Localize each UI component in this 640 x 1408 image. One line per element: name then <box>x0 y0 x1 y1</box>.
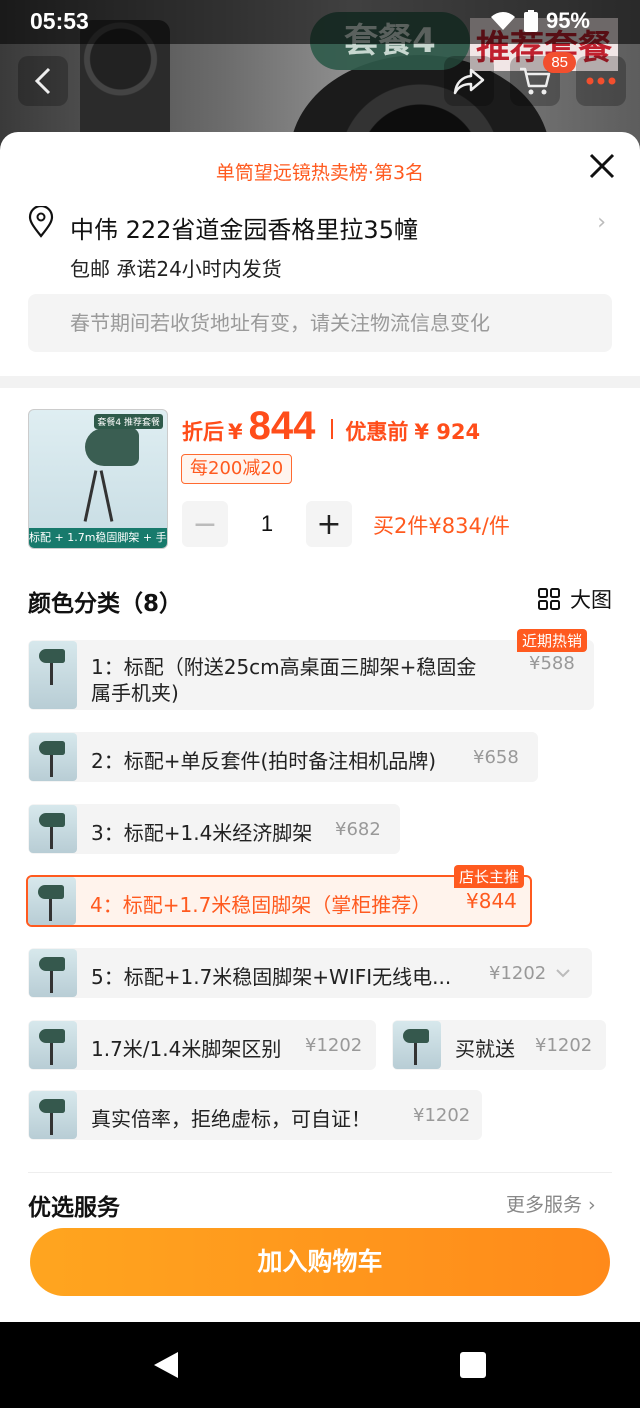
option-label: 真实倍率，拒绝虚标，可自证！ <box>91 1107 371 1131</box>
decrease-button[interactable]: − <box>182 501 228 547</box>
option-thumbnail <box>29 1021 77 1069</box>
option-price: ¥658 <box>473 747 519 768</box>
wifi-icon <box>490 12 515 30</box>
option-thumbnail <box>29 733 77 781</box>
cart-button[interactable]: 85 <box>510 52 576 106</box>
price-line: 折后 ¥ 844 优惠前 ¥ 924 <box>182 404 480 454</box>
thumb-tag: 套餐4 推荐套餐 <box>94 414 163 429</box>
share-icon <box>453 68 485 95</box>
share-button[interactable] <box>444 56 494 106</box>
shipping-info: 包邮 承诺24小时内发货 <box>70 257 282 281</box>
nav-recents-icon[interactable] <box>460 1352 486 1378</box>
grid-icon <box>538 588 560 610</box>
option-price: ¥682 <box>335 819 381 840</box>
option-thumbnail <box>393 1021 441 1069</box>
sku-selection-sheet: 单筒望远镜热卖榜·第3名 中伟 222省道金园香格里拉35幢 › 包邮 承诺24… <box>0 132 640 1322</box>
quantity-value[interactable]: 1 <box>228 511 306 537</box>
option-1[interactable]: 1：标配（附送25cm高桌面三脚架+稳固金 属手机夹) ¥588 近期热销 <box>28 629 594 710</box>
price-divider <box>331 419 334 439</box>
holiday-notice: 春节期间若收货地址有变，请关注物流信息变化 <box>28 294 612 352</box>
chevron-left-icon <box>34 67 51 95</box>
big-picture-label: 大图 <box>570 588 612 612</box>
price-label: 折后 <box>182 420 224 444</box>
ranking-text[interactable]: 单筒望远镜热卖榜·第3名 <box>0 158 640 185</box>
option-label: 1：标配（附送25cm高桌面三脚架+稳固金 <box>91 655 477 679</box>
location-pin-icon <box>28 206 54 238</box>
option-5[interactable]: 5：标配+1.7米稳固脚架+WIFI无线电... ¥1202 <box>28 948 592 998</box>
more-button[interactable] <box>576 56 626 106</box>
option-price: ¥1202 <box>489 963 547 984</box>
hot-sale-badge: 近期热销 <box>517 629 588 652</box>
battery-icon <box>523 10 538 32</box>
option-label: 1.7米/1.4米脚架区别 <box>91 1037 282 1061</box>
cart-count-badge: 85 <box>543 52 576 73</box>
option-thumbnail <box>29 805 77 853</box>
owner-pick-badge: 店长主推 <box>454 865 525 888</box>
increase-button[interactable]: + <box>306 501 352 547</box>
add-to-cart-button[interactable]: 加入购物车 <box>30 1228 610 1296</box>
status-time: 05:53 <box>30 8 89 34</box>
big-picture-toggle[interactable]: 大图 <box>538 584 612 614</box>
option-price: ¥1202 <box>305 1035 363 1056</box>
thumb-caption: 标配 + 1.7m稳固脚架 + 手机夹 <box>29 528 167 548</box>
coupon-badge: 每200减20 <box>181 454 293 484</box>
option-thumbnail <box>29 641 77 709</box>
option-4-selected[interactable]: 4：标配+1.7米稳固脚架（掌柜推荐） ¥844 店长主推 <box>26 865 532 927</box>
option-label: 买就送 <box>455 1037 515 1061</box>
more-services-link[interactable]: 更多服务 › <box>506 1190 596 1217</box>
quantity-stepper: − 1 + <box>182 500 352 548</box>
option-8[interactable]: 真实倍率，拒绝虚标，可自证！ ¥1202 <box>28 1090 482 1140</box>
system-nav-bar <box>0 1322 640 1408</box>
services-title: 优选服务 <box>28 1195 120 1221</box>
original-price-label: 优惠前 <box>345 420 409 444</box>
chevron-down-icon <box>556 969 570 978</box>
options-title: 颜色分类（8） <box>28 591 183 617</box>
option-thumbnail <box>29 949 77 997</box>
selected-product-thumbnail[interactable]: 套餐4 推荐套餐 标配 + 1.7m稳固脚架 + 手机夹 <box>28 409 168 549</box>
chevron-right-icon: › <box>597 210 606 235</box>
close-icon[interactable] <box>586 150 618 182</box>
nav-back-icon[interactable] <box>152 1350 180 1380</box>
option-7[interactable]: 买就送 ¥1202 <box>392 1020 606 1070</box>
address-row[interactable]: 中伟 222省道金园香格里拉35幢 › <box>28 206 612 246</box>
option-label: 3：标配+1.4米经济脚架 <box>91 821 313 845</box>
option-6[interactable]: 1.7米/1.4米脚架区别 ¥1202 <box>28 1020 376 1070</box>
section-divider <box>28 1172 612 1173</box>
option-label: 2：标配+单反套件(拍时备注相机品牌) <box>91 749 437 773</box>
section-separator <box>0 376 640 388</box>
discount-price: 844 <box>248 404 316 448</box>
option-price: ¥1202 <box>413 1105 471 1126</box>
option-2[interactable]: 2：标配+单反套件(拍时备注相机品牌) ¥658 <box>28 732 538 782</box>
status-icons: 95% <box>490 8 590 34</box>
option-thumbnail <box>29 1091 77 1139</box>
more-dots-icon <box>586 77 616 85</box>
original-price: ¥ 924 <box>414 420 481 444</box>
address-text: 中伟 222省道金园香格里拉35幢 <box>70 216 418 244</box>
option-label: 4：标配+1.7米稳固脚架（掌柜推荐） <box>90 893 432 917</box>
status-bar: 05:53 95% <box>0 0 640 44</box>
option-price: ¥588 <box>529 653 575 674</box>
back-button[interactable] <box>18 56 68 106</box>
multi-buy-price[interactable]: 买2件¥834/件 <box>373 510 510 540</box>
option-price: ¥844 <box>466 889 517 913</box>
option-label-line2: 属手机夹) <box>91 681 179 705</box>
option-price: ¥1202 <box>535 1035 593 1056</box>
option-label: 5：标配+1.7米稳固脚架+WIFI无线电... <box>91 965 452 989</box>
option-thumbnail <box>28 877 76 925</box>
battery-percent: 95% <box>545 8 590 33</box>
currency-symbol: ¥ <box>228 420 243 444</box>
option-3[interactable]: 3：标配+1.4米经济脚架 ¥682 <box>28 804 400 854</box>
